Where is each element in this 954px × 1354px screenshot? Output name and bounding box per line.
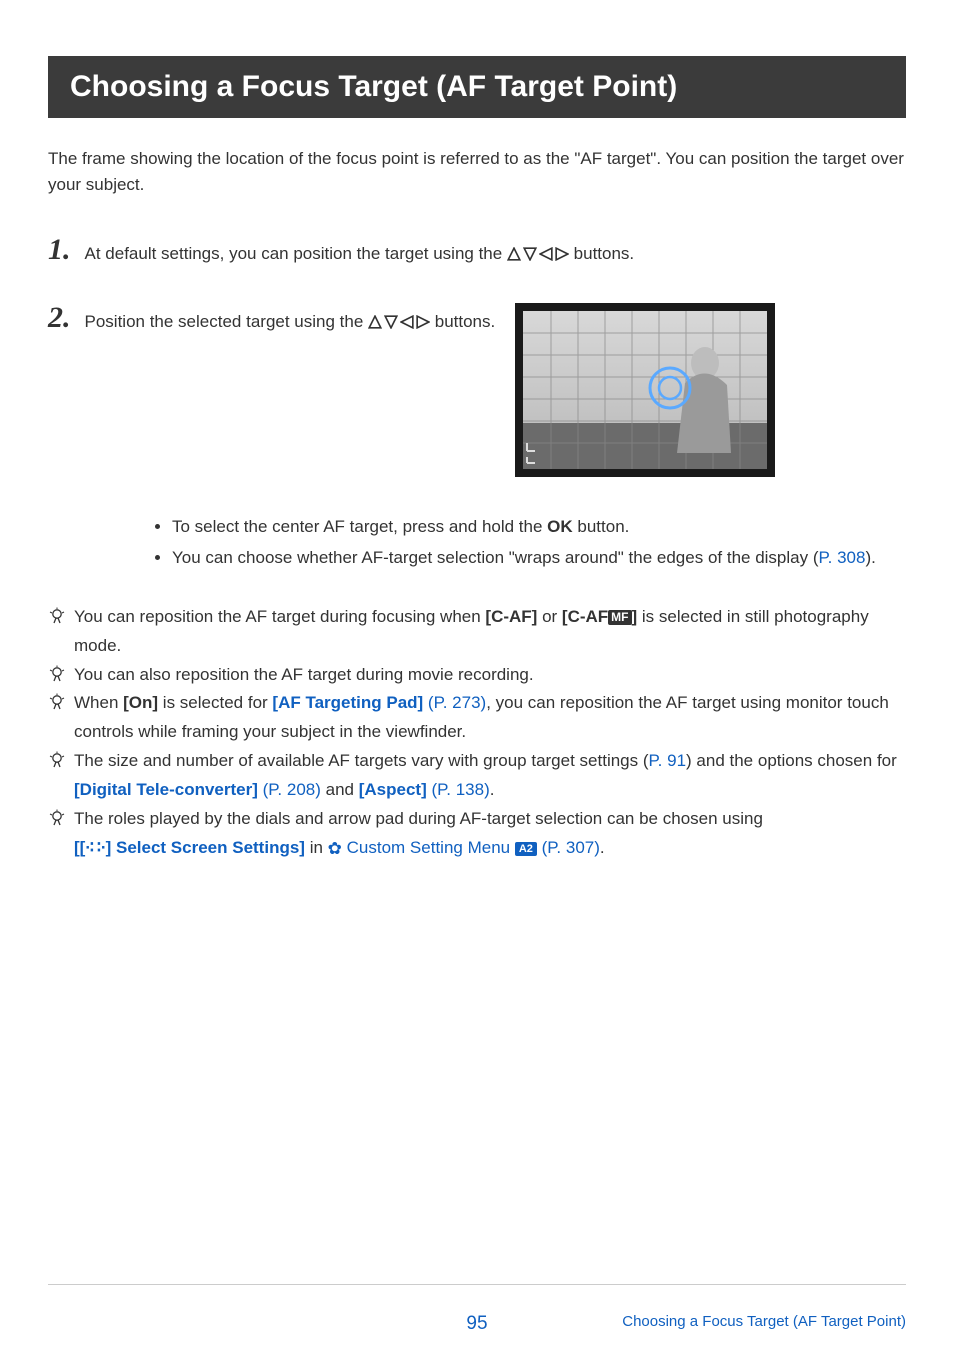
link-select-screen-settings[interactable]: [[∙∷∙] Select Screen Settings] (74, 838, 310, 857)
hint-1: You can reposition the AF target during … (48, 603, 906, 661)
hint-icon (48, 808, 66, 837)
link-digital-teleconverter[interactable]: [Digital Tele-converter] (74, 780, 258, 799)
gear-icon: ✿ (328, 839, 342, 858)
af-target-illustration (515, 303, 775, 477)
step-1-body: At default settings, you can position th… (85, 235, 907, 267)
subbullet-2: You can choose whether AF-target selecti… (172, 544, 906, 573)
step-2-body: Position the selected target using the b… (85, 303, 496, 335)
hint-icon (48, 664, 66, 693)
mf-badge-icon: MF (608, 610, 631, 625)
footer-page-number: 95 (466, 1313, 487, 1335)
page-title: Choosing a Focus Target (AF Target Point… (48, 56, 906, 118)
step-2-subbullets: To select the center AF target, press an… (132, 513, 906, 573)
step-1-after: buttons. (569, 244, 634, 263)
step-2-before: Position the selected target using the (85, 312, 369, 331)
link-aspect[interactable]: [Aspect] (359, 780, 427, 799)
dpad-arrows-icon (368, 315, 430, 329)
step-1: 1 At default settings, you can position … (48, 235, 906, 267)
hint-2: You can also reposition the AF target du… (48, 661, 906, 690)
link-p91[interactable]: P. 91 (649, 751, 687, 770)
hint-4: The size and number of available AF targ… (48, 747, 906, 805)
link-af-targeting-pad[interactable]: [AF Targeting Pad] (272, 693, 423, 712)
hint-icon (48, 750, 66, 779)
hint-icon (48, 692, 66, 721)
dpad-arrows-icon (507, 247, 569, 261)
link-p138[interactable]: (P. 138) (427, 780, 490, 799)
step-1-number: 1 (48, 235, 71, 265)
intro-paragraph: The frame showing the location of the fo… (48, 146, 906, 199)
footer-breadcrumb[interactable]: Choosing a Focus Target (AF Target Point… (622, 1313, 906, 1330)
step-2-number: 2 (48, 303, 71, 333)
link-p307[interactable]: (P. 307) (537, 838, 600, 857)
hint-5: The roles played by the dials and arrow … (48, 805, 906, 864)
step-2: 2 Position the selected target using the… (48, 303, 906, 477)
link-p308[interactable]: P. 308 (819, 548, 866, 567)
link-custom-menu[interactable]: Custom Setting Menu (342, 838, 515, 857)
a2-badge-icon: A2 (515, 842, 537, 856)
target-grid-icon: [∙∷∙] (80, 838, 112, 857)
hint-icon (48, 606, 66, 635)
page-footer: 95 Choosing a Focus Target (AF Target Po… (48, 1284, 906, 1330)
step-1-before: At default settings, you can position th… (85, 244, 507, 263)
link-p208[interactable]: (P. 208) (258, 780, 321, 799)
subbullet-1: To select the center AF target, press an… (172, 513, 906, 542)
step-2-after: buttons. (430, 312, 495, 331)
hint-3: When [On] is selected for [AF Targeting … (48, 689, 906, 747)
link-p273[interactable]: (P. 273) (423, 693, 486, 712)
